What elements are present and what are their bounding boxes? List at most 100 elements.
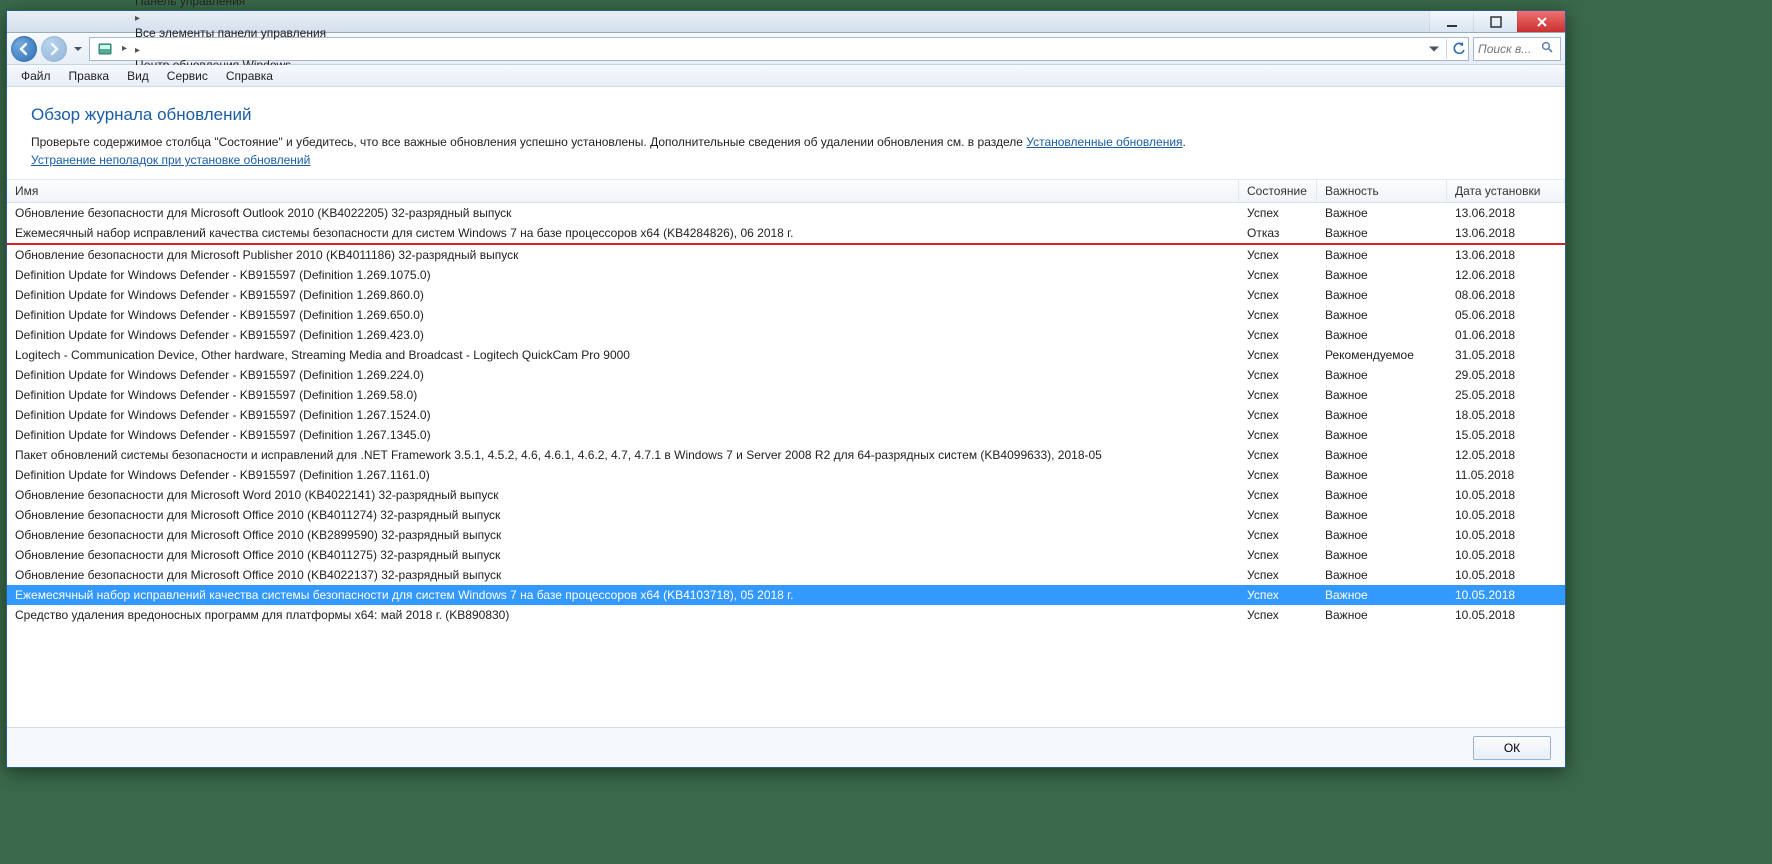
cell-name: Definition Update for Windows Defender -… <box>7 387 1239 403</box>
table-row[interactable]: Definition Update for Windows Defender -… <box>7 405 1565 425</box>
table-row[interactable]: Обновление безопасности для Microsoft Ou… <box>7 203 1565 223</box>
chevron-right-icon: ▸ <box>131 13 144 24</box>
cell-importance: Важное <box>1317 225 1447 241</box>
cell-date: 11.05.2018 <box>1447 467 1565 483</box>
control-panel-icon <box>96 40 114 58</box>
table-row[interactable]: Definition Update for Windows Defender -… <box>7 465 1565 485</box>
dialog-footer: ОК <box>7 727 1565 767</box>
cell-name: Обновление безопасности для Microsoft Ou… <box>7 205 1239 221</box>
cell-date: 25.05.2018 <box>1447 387 1565 403</box>
cell-status: Успех <box>1239 527 1317 543</box>
page-title: Обзор журнала обновлений <box>31 105 1541 125</box>
cell-date: 10.05.2018 <box>1447 527 1565 543</box>
cell-importance: Важное <box>1317 427 1447 443</box>
cell-importance: Важное <box>1317 205 1447 221</box>
cell-importance: Важное <box>1317 527 1447 543</box>
table-row[interactable]: Definition Update for Windows Defender -… <box>7 385 1565 405</box>
table-row[interactable]: Definition Update for Windows Defender -… <box>7 265 1565 285</box>
refresh-button[interactable] <box>1446 39 1466 59</box>
maximize-button[interactable] <box>1473 11 1517 32</box>
cell-name: Definition Update for Windows Defender -… <box>7 267 1239 283</box>
address-bar[interactable]: ▸ Панель управления▸Все элементы панели … <box>89 37 1469 61</box>
troubleshoot-link[interactable]: Устранение неполадок при установке обнов… <box>31 153 310 167</box>
nav-history-dropdown[interactable] <box>71 36 85 62</box>
cell-status: Успех <box>1239 287 1317 303</box>
cell-status: Успех <box>1239 327 1317 343</box>
cell-date: 12.06.2018 <box>1447 267 1565 283</box>
cell-date: 13.06.2018 <box>1447 247 1565 263</box>
cell-date: 15.05.2018 <box>1447 427 1565 443</box>
cell-status: Успех <box>1239 205 1317 221</box>
cell-importance: Важное <box>1317 467 1447 483</box>
cell-name: Обновление безопасности для Microsoft Pu… <box>7 247 1239 263</box>
table-row[interactable]: Обновление безопасности для Microsoft Of… <box>7 545 1565 565</box>
cell-name: Definition Update for Windows Defender -… <box>7 407 1239 423</box>
table-row[interactable]: Средство удаления вредоносных программ д… <box>7 605 1565 625</box>
table-row[interactable]: Logitech - Communication Device, Other h… <box>7 345 1565 365</box>
column-date[interactable]: Дата установки <box>1447 180 1565 202</box>
table-row[interactable]: Обновление безопасности для Microsoft Of… <box>7 525 1565 545</box>
cell-importance: Важное <box>1317 447 1447 463</box>
table-row[interactable]: Обновление безопасности для Microsoft Of… <box>7 565 1565 585</box>
nav-forward-button[interactable] <box>41 36 67 62</box>
cell-status: Успех <box>1239 607 1317 623</box>
cell-status: Отказ <box>1239 225 1317 241</box>
menu-item[interactable]: Сервис <box>159 67 216 85</box>
cell-status: Успех <box>1239 387 1317 403</box>
table-row[interactable]: Ежемесячный набор исправлений качества с… <box>7 585 1565 605</box>
menu-item[interactable]: Правка <box>61 67 118 85</box>
cell-date: 10.05.2018 <box>1447 587 1565 603</box>
table-row[interactable]: Definition Update for Windows Defender -… <box>7 325 1565 345</box>
close-button[interactable] <box>1517 11 1565 32</box>
column-importance[interactable]: Важность <box>1317 180 1447 202</box>
nav-back-button[interactable] <box>11 36 37 62</box>
cell-status: Успех <box>1239 267 1317 283</box>
cell-importance: Важное <box>1317 407 1447 423</box>
cell-date: 12.05.2018 <box>1447 447 1565 463</box>
menu-item[interactable]: Вид <box>119 67 157 85</box>
installed-updates-link[interactable]: Установленные обновления <box>1026 135 1182 149</box>
table-row[interactable]: Обновление безопасности для Microsoft Wo… <box>7 485 1565 505</box>
table-row[interactable]: Обновление безопасности для Microsoft Pu… <box>7 245 1565 265</box>
column-status[interactable]: Состояние <box>1239 180 1317 202</box>
cell-name: Definition Update for Windows Defender -… <box>7 467 1239 483</box>
table-row[interactable]: Definition Update for Windows Defender -… <box>7 365 1565 385</box>
cell-status: Успех <box>1239 347 1317 363</box>
table-row[interactable]: Definition Update for Windows Defender -… <box>7 305 1565 325</box>
ok-button[interactable]: ОК <box>1473 736 1551 760</box>
search-box[interactable] <box>1473 37 1561 61</box>
cell-status: Успех <box>1239 427 1317 443</box>
search-icon <box>1541 40 1553 58</box>
cell-status: Успех <box>1239 247 1317 263</box>
cell-status: Успех <box>1239 487 1317 503</box>
table-row[interactable]: Ежемесячный набор исправлений качества с… <box>7 223 1565 245</box>
cell-date: 18.05.2018 <box>1447 407 1565 423</box>
cell-status: Успех <box>1239 547 1317 563</box>
breadcrumb-item[interactable]: Все элементы панели управления <box>131 26 330 40</box>
table-row[interactable]: Пакет обновлений системы безопасности и … <box>7 445 1565 465</box>
cell-name: Пакет обновлений системы безопасности и … <box>7 447 1239 463</box>
cell-date: 10.05.2018 <box>1447 487 1565 503</box>
table-row[interactable]: Definition Update for Windows Defender -… <box>7 425 1565 445</box>
menu-item[interactable]: Файл <box>13 67 59 85</box>
column-name[interactable]: Имя <box>7 180 1239 202</box>
page-description: Проверьте содержимое столбца "Состояние"… <box>31 133 1541 151</box>
breadcrumb-item[interactable]: Панель управления <box>131 0 330 8</box>
cell-name: Обновление безопасности для Microsoft Wo… <box>7 487 1239 503</box>
address-dropdown-button[interactable] <box>1424 39 1444 59</box>
menu-item[interactable]: Справка <box>218 67 281 85</box>
minimize-button[interactable] <box>1429 11 1473 32</box>
cell-importance: Важное <box>1317 307 1447 323</box>
window: ▸ Панель управления▸Все элементы панели … <box>6 10 1566 768</box>
cell-importance: Важное <box>1317 247 1447 263</box>
cell-status: Успех <box>1239 407 1317 423</box>
cell-importance: Важное <box>1317 367 1447 383</box>
table-row[interactable]: Definition Update for Windows Defender -… <box>7 285 1565 305</box>
cell-importance: Важное <box>1317 267 1447 283</box>
cell-name: Обновление безопасности для Microsoft Of… <box>7 567 1239 583</box>
cell-importance: Важное <box>1317 387 1447 403</box>
search-input[interactable] <box>1478 42 1541 56</box>
cell-name: Обновление безопасности для Microsoft Of… <box>7 507 1239 523</box>
table-body[interactable]: Обновление безопасности для Microsoft Ou… <box>7 203 1565 727</box>
table-row[interactable]: Обновление безопасности для Microsoft Of… <box>7 505 1565 525</box>
